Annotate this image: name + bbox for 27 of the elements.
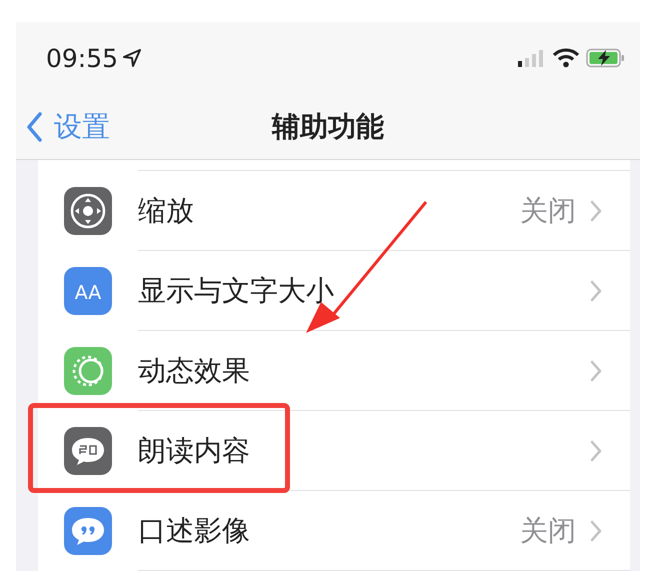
row-label: 口述影像 xyxy=(138,512,251,548)
wifi-icon xyxy=(552,48,580,68)
text-size-icon: AA xyxy=(64,267,112,315)
settings-row[interactable]: 朗读内容 xyxy=(38,411,630,491)
status-time: 09:55 xyxy=(46,44,118,73)
chevron-right-icon xyxy=(590,440,602,462)
chevron-right-icon xyxy=(590,280,602,302)
row-label: 显示与文字大小 xyxy=(138,272,335,308)
nav-title: 辅助功能 xyxy=(272,108,384,145)
row-value: 关闭 xyxy=(520,192,576,228)
quote-bubble-icon xyxy=(64,507,112,555)
chevron-right-icon xyxy=(590,520,602,542)
location-arrow-icon xyxy=(122,48,142,68)
settings-row[interactable]: 口述影像 关闭 xyxy=(38,491,630,571)
row-label: 缩放 xyxy=(138,192,195,228)
chevron-left-icon xyxy=(26,112,42,142)
chevron-right-icon xyxy=(590,200,602,222)
battery-charging-icon xyxy=(586,48,626,68)
row-label: 朗读内容 xyxy=(138,432,251,468)
row-value: 关闭 xyxy=(520,512,576,548)
row-label: 动态效果 xyxy=(138,352,251,388)
zoom-target-icon xyxy=(64,187,112,235)
chevron-right-icon xyxy=(590,360,602,382)
settings-row[interactable]: 动态效果 xyxy=(38,331,630,411)
settings-row[interactable]: 缩放 关闭 xyxy=(38,171,630,251)
speech-bubble-icon xyxy=(64,427,112,475)
signal-icon xyxy=(518,49,546,68)
